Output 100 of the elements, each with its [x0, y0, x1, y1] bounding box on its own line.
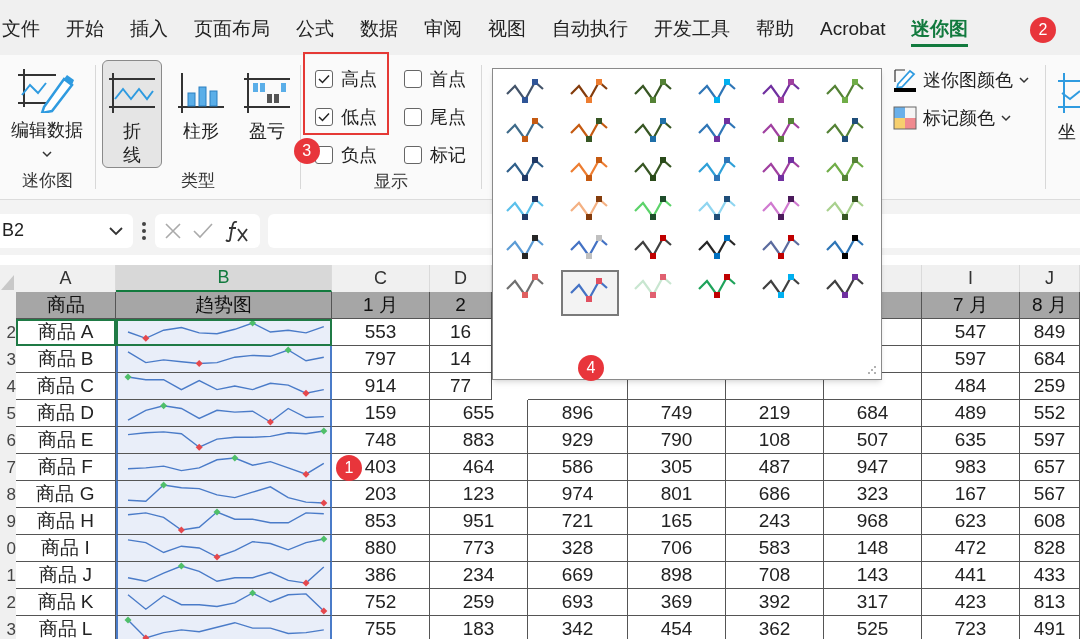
table-cell: 898	[628, 562, 726, 589]
row-number[interactable]: 0	[0, 535, 16, 562]
edit-data-button[interactable]: 编辑数据	[11, 67, 84, 158]
ribbon-tab[interactable]: 帮助	[756, 16, 794, 47]
function-icon[interactable]	[224, 219, 251, 242]
table-cell: 77	[430, 373, 492, 400]
table-cell: 669	[528, 562, 628, 589]
table-cell: 342	[528, 616, 628, 639]
table-cell: 317	[824, 589, 922, 616]
header-cell: 趋势图	[116, 292, 332, 319]
row-number[interactable]: 3	[0, 616, 16, 639]
table-cell: 547	[922, 319, 1020, 346]
table-cell: 586	[528, 454, 628, 481]
marker-color-button[interactable]: 标记颜色	[893, 103, 1045, 133]
row-number[interactable]: 6	[0, 427, 16, 454]
row-label-cell: 商品 A	[16, 319, 116, 346]
ribbon-tab[interactable]: 数据	[360, 16, 398, 47]
row-number[interactable]: 3	[0, 346, 16, 373]
row-number[interactable]: 7	[0, 454, 16, 481]
checkbox[interactable]	[403, 108, 422, 126]
ribbon-tab[interactable]: 视图	[488, 16, 526, 47]
table-cell: 880	[332, 535, 430, 562]
axis-button[interactable]: 坐	[1058, 69, 1080, 146]
ribbon-tab[interactable]: 迷你图	[911, 16, 969, 47]
table-cell: 167	[922, 481, 1020, 508]
table-cell: 487	[726, 454, 824, 481]
row-number[interactable]: 5	[0, 400, 16, 427]
ribbon-tab[interactable]: 页面布局	[194, 16, 270, 47]
table-cell: 706	[628, 535, 726, 562]
table-cell: 708	[726, 562, 824, 589]
step-badge: 1	[336, 455, 362, 481]
table-cell: 243	[726, 508, 824, 535]
table-cell: 567	[1020, 481, 1080, 508]
more-icon[interactable]	[141, 220, 147, 241]
table-cell: 693	[528, 589, 628, 616]
ribbon-tab[interactable]: 审阅	[424, 16, 462, 47]
header-cell: 8 月	[1020, 292, 1080, 319]
table-cell: 983	[922, 454, 1020, 481]
ribbon-tab[interactable]: 开始	[66, 16, 104, 47]
header-cell: 商品	[16, 292, 116, 319]
table-cell: 684	[824, 400, 922, 427]
table-cell: 507	[824, 427, 922, 454]
table-cell: 203	[332, 481, 430, 508]
table-cell: 552	[1020, 400, 1080, 427]
table-cell: 929	[528, 427, 628, 454]
table-cell: 108	[726, 427, 824, 454]
table-cell: 752	[332, 589, 430, 616]
resize-grip-icon[interactable]	[867, 365, 877, 375]
ribbon-tab[interactable]: Acrobat	[820, 16, 886, 47]
table-cell: 123	[430, 481, 528, 508]
group-label: 迷你图	[21, 169, 73, 192]
table-cell: 464	[430, 454, 528, 481]
table-cell: 749	[628, 400, 726, 427]
table-cell: 183	[430, 616, 528, 639]
table-cell: 686	[726, 481, 824, 508]
table-cell: 828	[1020, 535, 1080, 562]
row-number[interactable]: 1	[0, 562, 16, 589]
sparkline-color-button[interactable]: 迷你图颜色	[893, 65, 1045, 95]
table-cell: 655	[430, 400, 528, 427]
checkbox[interactable]	[314, 70, 333, 88]
row-number[interactable]: 9	[0, 508, 16, 535]
ribbon-tab[interactable]: 公式	[296, 16, 334, 47]
checkbox[interactable]	[314, 108, 333, 126]
table-cell: 721	[528, 508, 628, 535]
chevron-down-icon	[1001, 114, 1012, 122]
checkbox[interactable]	[403, 70, 422, 88]
ribbon-tab[interactable]: 开发工具	[654, 16, 730, 47]
type-button[interactable]: 折线	[101, 60, 162, 168]
row-number[interactable]: 4	[0, 373, 16, 400]
table-cell: 790	[628, 427, 726, 454]
table-cell: 441	[922, 562, 1020, 589]
color-grid-icon	[893, 106, 918, 130]
table-cell: 723	[922, 616, 1020, 639]
chevron-down-icon	[41, 150, 54, 158]
group-label: 类型	[180, 170, 215, 192]
row-number[interactable]: 2	[0, 319, 16, 346]
ribbon-tab[interactable]: 文件	[2, 16, 40, 47]
row-number[interactable]: 2	[0, 589, 16, 616]
table-cell: 635	[922, 427, 1020, 454]
table-cell: 484	[922, 373, 1020, 400]
table-cell: 773	[430, 535, 528, 562]
ribbon-tab[interactable]: 自动执行	[552, 16, 628, 47]
checkbox-label: 低点	[340, 105, 377, 129]
column-header[interactable]: B	[116, 265, 332, 292]
table-cell: 148	[824, 535, 922, 562]
checkbox-label: 尾点	[429, 105, 466, 129]
table-cell: 853	[332, 508, 430, 535]
checkbox-label: 首点	[429, 67, 466, 91]
table-cell: 801	[628, 481, 726, 508]
ribbon-tab[interactable]: 插入	[130, 16, 168, 47]
table-cell: 597	[922, 346, 1020, 373]
type-button[interactable]: 柱形	[173, 60, 228, 168]
group-label: 显示	[373, 171, 408, 193]
type-button[interactable]: 盈亏	[239, 60, 294, 168]
table-cell: 968	[824, 508, 922, 535]
checkbox[interactable]	[403, 146, 422, 164]
table-cell: 883	[430, 427, 528, 454]
row-number[interactable]: 8	[0, 481, 16, 508]
table-cell: 553	[332, 319, 430, 346]
name-box[interactable]: B2	[0, 213, 133, 248]
